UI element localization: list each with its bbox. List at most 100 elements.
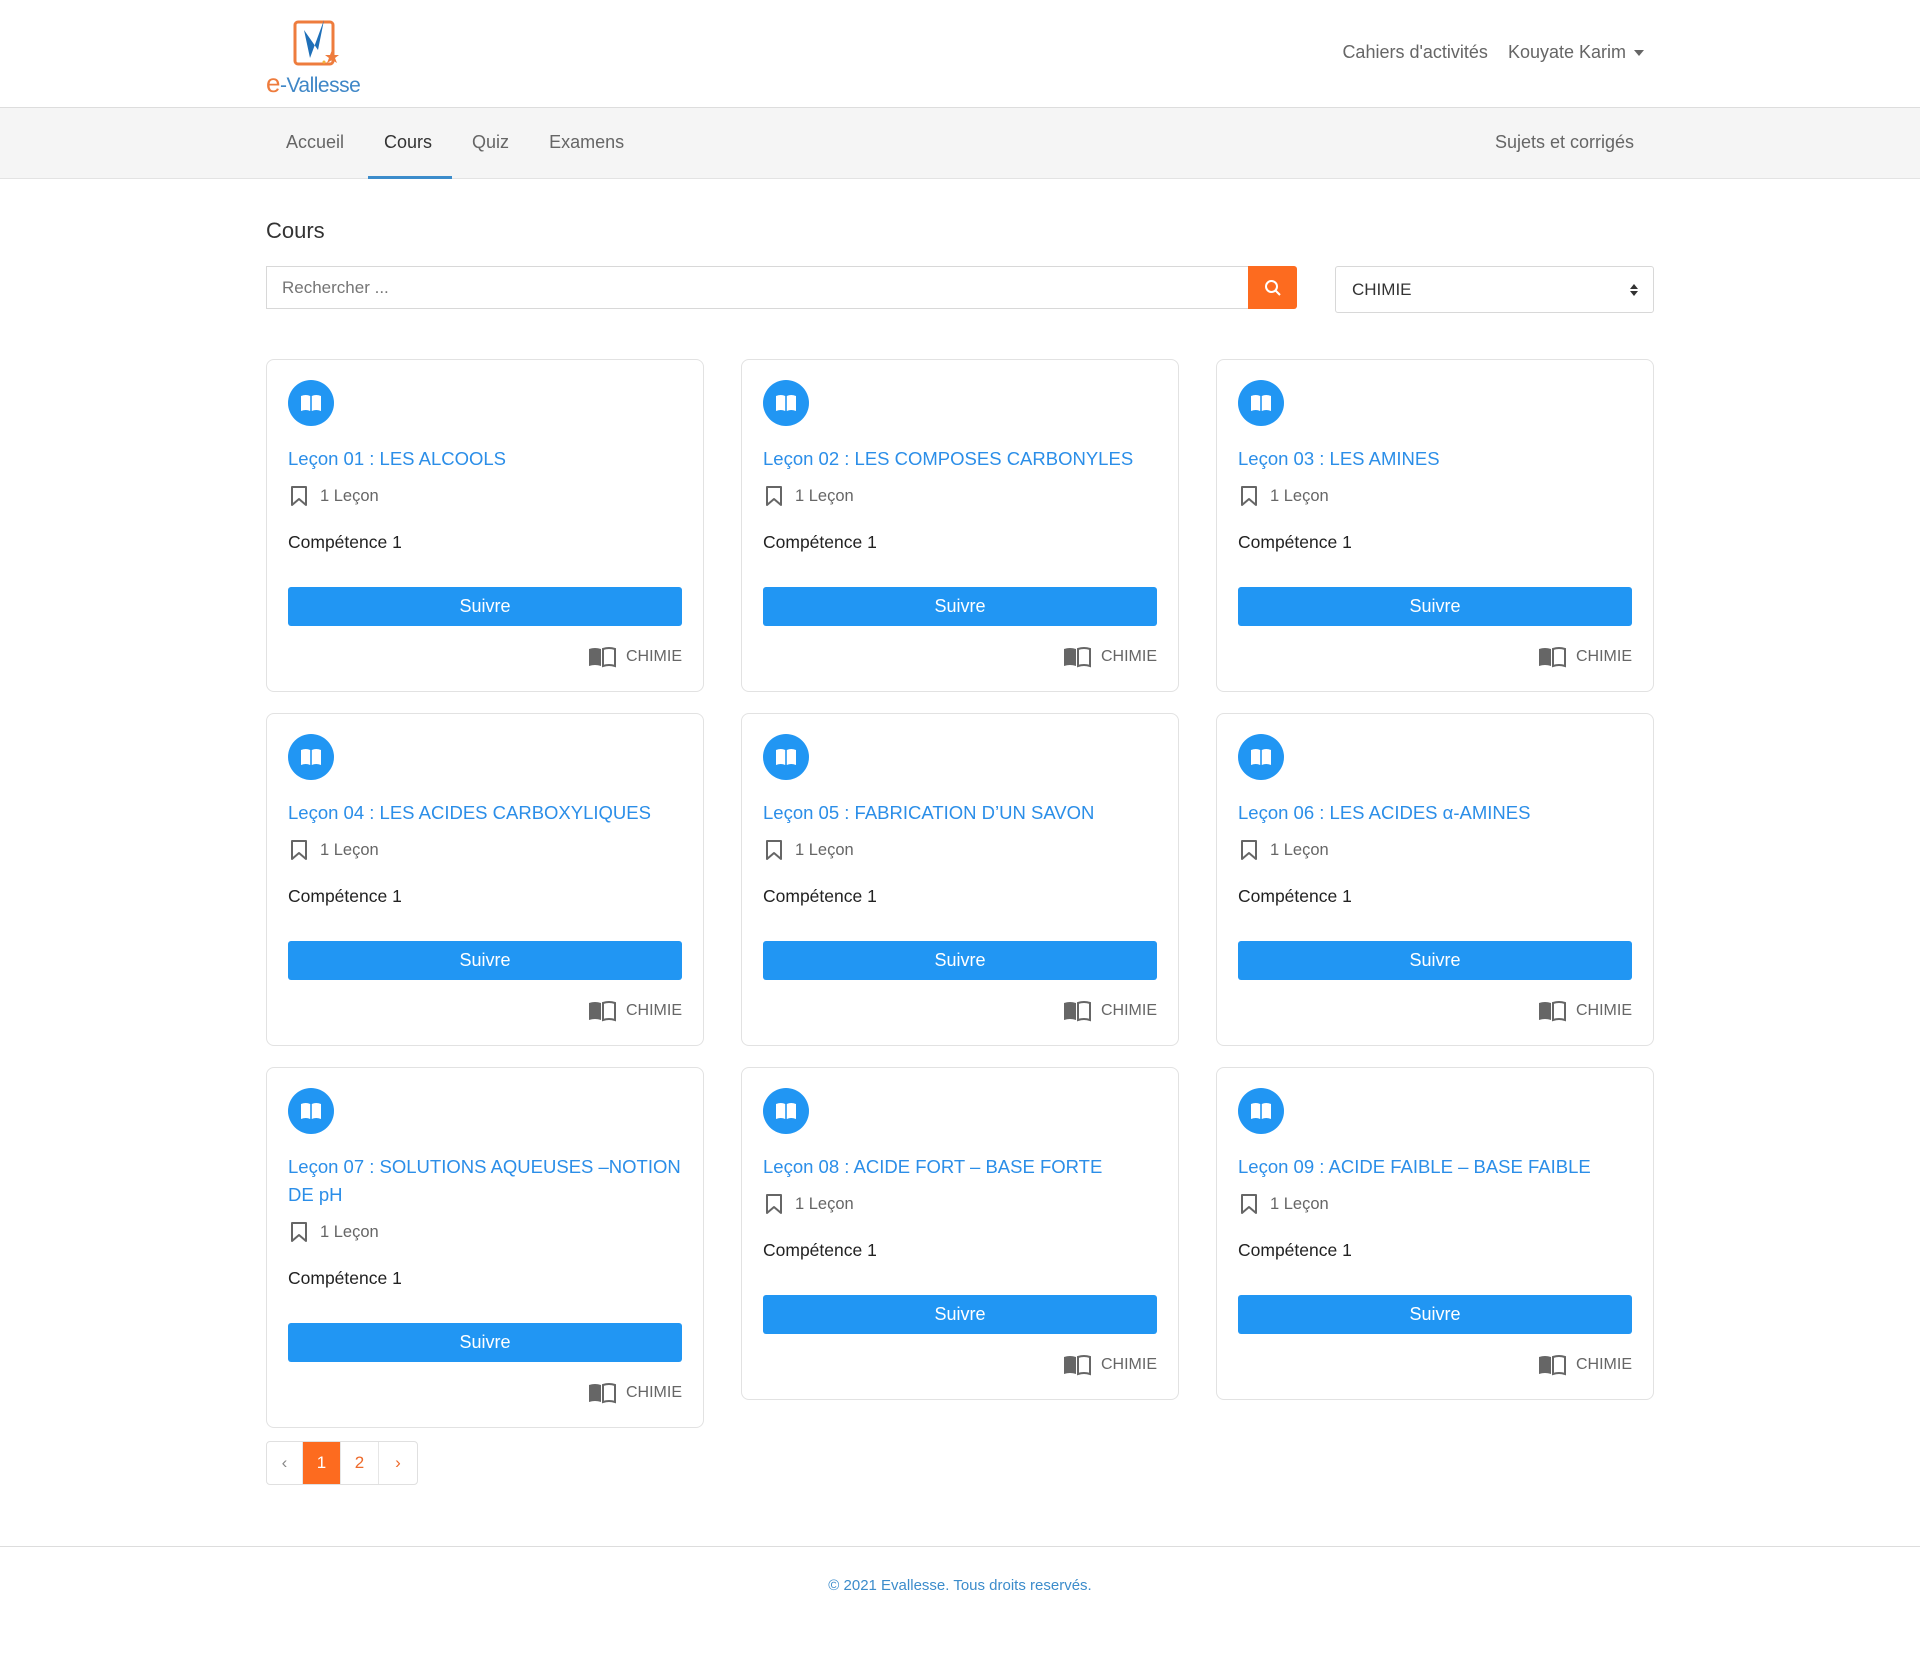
select-arrows-icon (1630, 284, 1638, 296)
lesson-count-text: 1 Leçon (795, 1195, 854, 1213)
book-icon (589, 1383, 616, 1404)
book-icon (589, 647, 616, 668)
subject-text: CHIMIE (1576, 1002, 1632, 1019)
book-open-icon (1238, 1088, 1284, 1134)
lesson-count-text: 1 Leçon (1270, 841, 1329, 859)
course-title[interactable]: Leçon 01 : LES ALCOOLS (288, 445, 682, 473)
user-menu[interactable]: Kouyate Karim (1508, 42, 1644, 63)
subject-tag: CHIMIE (1238, 999, 1632, 1023)
nav-cours[interactable]: Cours (364, 108, 453, 179)
book-icon (1064, 647, 1091, 668)
subject-tag: CHIMIE (1238, 645, 1632, 669)
follow-button[interactable]: Suivre (1238, 587, 1632, 626)
lesson-count: 1 Leçon (288, 838, 682, 862)
lesson-count: 1 Leçon (288, 1220, 682, 1244)
follow-button[interactable]: Suivre (1238, 1295, 1632, 1334)
book-open-icon (763, 1088, 809, 1134)
user-name: Kouyate Karim (1507, 42, 1626, 62)
subject-tag: CHIMIE (763, 1353, 1157, 1377)
course-card: Leçon 01 : LES ALCOOLS 1 Leçon Compétenc… (266, 359, 704, 692)
follow-button[interactable]: Suivre (763, 1295, 1157, 1334)
course-card: Leçon 05 : FABRICATION D’UN SAVON 1 Leço… (741, 713, 1179, 1046)
book-open-icon (288, 380, 334, 426)
course-card: Leçon 08 : ACIDE FORT – BASE FORTE 1 Leç… (741, 1067, 1179, 1400)
competence: Compétence 1 (1238, 532, 1352, 552)
bookmark-icon (1241, 840, 1257, 860)
search-button[interactable] (1248, 266, 1297, 309)
follow-button[interactable]: Suivre (288, 941, 682, 980)
follow-button[interactable]: Suivre (288, 1323, 682, 1362)
course-card: Leçon 02 : LES COMPOSES CARBONYLES 1 Leç… (741, 359, 1179, 692)
page-prev[interactable]: ‹ (267, 1442, 303, 1484)
subject-text: CHIMIE (1101, 1002, 1157, 1019)
course-title[interactable]: Leçon 03 : LES AMINES (1238, 445, 1632, 473)
lesson-count: 1 Leçon (1238, 838, 1632, 862)
logo-icon (293, 20, 339, 66)
page-2[interactable]: 2 (341, 1442, 379, 1484)
lesson-count-text: 1 Leçon (795, 487, 854, 505)
book-icon (1064, 1001, 1091, 1022)
book-icon (1064, 1355, 1091, 1376)
bookmark-icon (291, 486, 307, 506)
book-open-icon (288, 734, 334, 780)
competence: Compétence 1 (763, 1240, 877, 1260)
follow-button[interactable]: Suivre (763, 941, 1157, 980)
page-1[interactable]: 1 (303, 1442, 341, 1484)
page-next[interactable]: › (379, 1442, 417, 1484)
book-icon (589, 1001, 616, 1022)
course-title[interactable]: Leçon 06 : LES ACIDES α-AMINES (1238, 799, 1632, 827)
competence: Compétence 1 (288, 1268, 402, 1288)
course-title[interactable]: Leçon 04 : LES ACIDES CARBOXYLIQUES (288, 799, 682, 827)
follow-button[interactable]: Suivre (763, 587, 1157, 626)
follow-button[interactable]: Suivre (1238, 941, 1632, 980)
book-icon (1539, 1001, 1566, 1022)
nav-examens[interactable]: Examens (529, 108, 644, 178)
course-title[interactable]: Leçon 02 : LES COMPOSES CARBONYLES (763, 445, 1157, 473)
bookmark-icon (291, 1222, 307, 1242)
subject-text: CHIMIE (626, 1002, 682, 1019)
logo[interactable]: e-Vallesse (266, 16, 361, 98)
nav-sujets-corriges[interactable]: Sujets et corrigés (1495, 108, 1634, 176)
course-grid: Leçon 01 : LES ALCOOLS 1 Leçon Compétenc… (266, 359, 1654, 1428)
follow-button[interactable]: Suivre (288, 587, 682, 626)
competence: Compétence 1 (288, 532, 402, 552)
subject-text: CHIMIE (1101, 648, 1157, 665)
subject-tag: CHIMIE (1238, 1353, 1632, 1377)
subject-tag: CHIMIE (288, 1381, 682, 1405)
course-title[interactable]: Leçon 05 : FABRICATION D’UN SAVON (763, 799, 1157, 827)
search-input[interactable] (266, 266, 1248, 309)
subject-select-value: CHIMIE (1352, 280, 1412, 299)
competence: Compétence 1 (1238, 1240, 1352, 1260)
subject-text: CHIMIE (1101, 1356, 1157, 1373)
course-card: Leçon 04 : LES ACIDES CARBOXYLIQUES 1 Le… (266, 713, 704, 1046)
bookmark-icon (766, 1194, 782, 1214)
main-nav: Accueil Cours Quiz Examens Sujets et cor… (0, 108, 1920, 179)
search-icon (1264, 279, 1281, 296)
course-title[interactable]: Leçon 07 : SOLUTIONS AQUEUSES –NOTION DE… (288, 1153, 682, 1209)
book-icon (1539, 1355, 1566, 1376)
cahiers-activites-link[interactable]: Cahiers d'activités (1342, 42, 1488, 63)
course-title[interactable]: Leçon 09 : ACIDE FAIBLE – BASE FAIBLE (1238, 1153, 1632, 1181)
competence: Compétence 1 (1238, 886, 1352, 906)
copyright: © 2021 Evallesse. Tous droits reservés. (828, 1577, 1092, 1594)
logo-text: e-Vallesse (266, 68, 361, 98)
lesson-count: 1 Leçon (763, 1192, 1157, 1216)
competence: Compétence 1 (763, 886, 877, 906)
bookmark-icon (766, 840, 782, 860)
lesson-count: 1 Leçon (763, 484, 1157, 508)
course-card: Leçon 09 : ACIDE FAIBLE – BASE FAIBLE 1 … (1216, 1067, 1654, 1400)
course-card: Leçon 06 : LES ACIDES α-AMINES 1 Leçon C… (1216, 713, 1654, 1046)
subject-select[interactable]: CHIMIE (1335, 266, 1654, 313)
subject-text: CHIMIE (626, 1384, 682, 1401)
competence: Compétence 1 (288, 886, 402, 906)
competence: Compétence 1 (763, 532, 877, 552)
bookmark-icon (1241, 1194, 1257, 1214)
course-title[interactable]: Leçon 08 : ACIDE FORT – BASE FORTE (763, 1153, 1157, 1181)
lesson-count: 1 Leçon (1238, 484, 1632, 508)
lesson-count-text: 1 Leçon (1270, 487, 1329, 505)
nav-accueil[interactable]: Accueil (266, 108, 364, 178)
book-open-icon (1238, 380, 1284, 426)
nav-quiz[interactable]: Quiz (452, 108, 529, 178)
lesson-count-text: 1 Leçon (1270, 1195, 1329, 1213)
bookmark-icon (291, 840, 307, 860)
